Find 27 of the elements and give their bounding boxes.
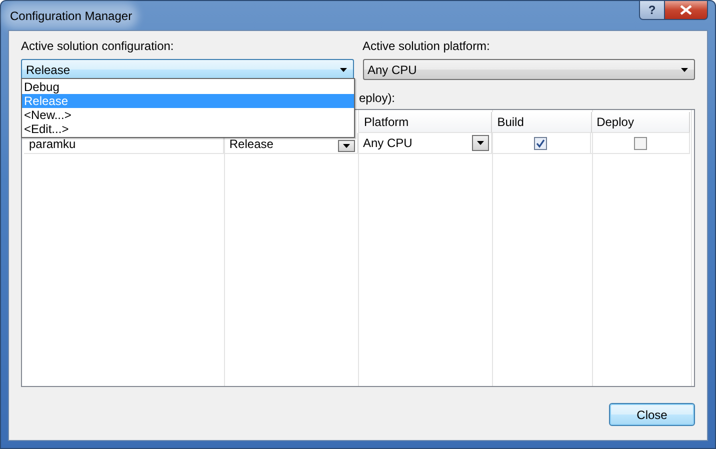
dropdown-button[interactable] [472, 135, 489, 151]
checkbox[interactable] [634, 136, 647, 150]
project-contexts-label: eploy): [359, 91, 396, 105]
platform-label: Active solution platform: [362, 39, 491, 54]
dropdown-option[interactable]: <New...> [22, 108, 354, 122]
help-button[interactable]: ? [639, 0, 665, 20]
configuration-label: Active solution configuration: [21, 39, 175, 54]
column-header[interactable]: Platform [359, 112, 492, 133]
dropdown-option[interactable]: <Edit...> [22, 122, 354, 136]
window-title: Configuration Manager [8, 8, 132, 22]
configuration-value: Release [228, 137, 274, 151]
column-header[interactable]: Deploy [592, 112, 690, 133]
caret-icon [343, 144, 350, 148]
checkbox[interactable] [534, 136, 548, 150]
configuration-dropdown[interactable]: Release [21, 59, 354, 80]
column-header[interactable]: Build [492, 112, 592, 133]
caret-icon [476, 141, 484, 145]
platform-dropdown[interactable]: Any CPU [362, 59, 695, 80]
dropdown-option[interactable]: Debug [22, 80, 354, 94]
close-icon [680, 5, 692, 15]
caret-icon [340, 68, 346, 72]
dropdown-button[interactable] [338, 140, 355, 152]
close-button[interactable] [665, 0, 708, 20]
project-name: paramku [28, 137, 76, 151]
close-dialog-button[interactable]: Close [609, 403, 695, 426]
platform-value: Any CPU [362, 136, 412, 150]
caret-icon [681, 68, 688, 72]
